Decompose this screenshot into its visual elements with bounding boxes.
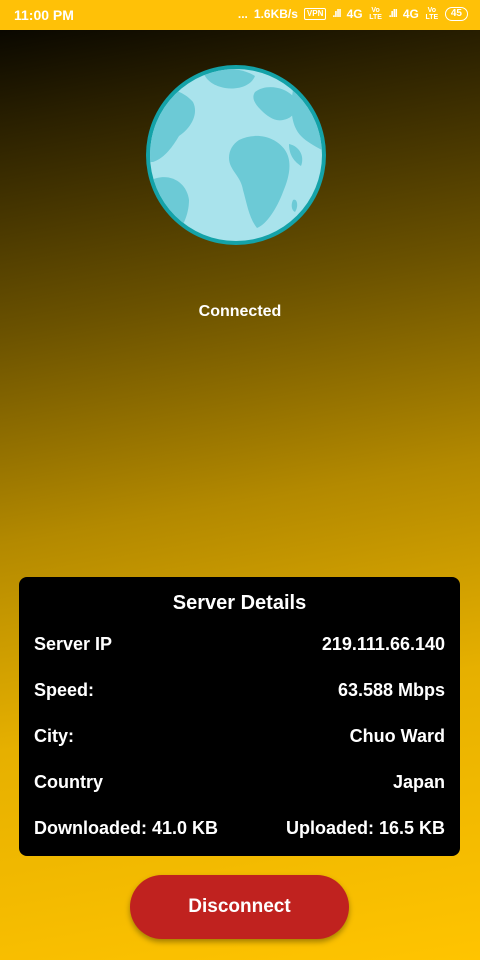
vpn-icon: VPN [303,8,327,20]
volte-icon-2: Vo LTE [425,7,439,21]
server-ip-label: Server IP [34,634,113,654]
speed-row: Speed: 63.588 Mbps [34,680,445,704]
signal-icon: .ıll [332,8,341,20]
speed-value: 63.588 Mbps [337,680,445,700]
network-speed: 1.6KB/s [253,7,298,21]
server-ip-row: Server IP 219.111.66.140 [34,634,445,658]
globe-icon[interactable] [143,62,329,248]
volte-icon: Vo LTE [369,7,382,21]
network-type-1: 4G [346,7,363,21]
uploaded-value: Uploaded: 16.5 KB [285,818,445,838]
country-value: Japan [392,772,445,792]
country-label: Country [34,772,103,792]
server-details-card: Server Details Server IP 219.111.66.140 … [19,577,460,856]
speed-label: Speed: [34,680,95,700]
server-ip-value: 219.111.66.140 [321,634,445,654]
card-title: Server Details [172,592,307,614]
signal-icon-2: .ıll [388,8,398,20]
network-type-2: 4G [402,7,419,21]
country-row: Country Japan [34,772,445,796]
downloaded-value: Downloaded: 41.0 KB [34,818,219,838]
status-time: 11:00 PM [14,7,74,23]
status-dots: ... [237,7,248,21]
status-indicators: ... 1.6KB/s VPN .ıll 4G Vo LTE .ıll 4G V… [238,7,468,21]
city-value: Chuo Ward [349,726,445,746]
connection-status: Connected [198,303,282,320]
status-bar: 11:00 PM ... 1.6KB/s VPN .ıll 4G Vo LTE … [0,0,480,30]
battery-icon: 45 [444,7,468,21]
disconnect-button[interactable]: Disconnect [130,875,349,939]
traffic-row: Downloaded: 41.0 KB Uploaded: 16.5 KB [34,818,445,842]
city-row: City: Chuo Ward [34,726,445,750]
city-label: City: [34,726,74,746]
